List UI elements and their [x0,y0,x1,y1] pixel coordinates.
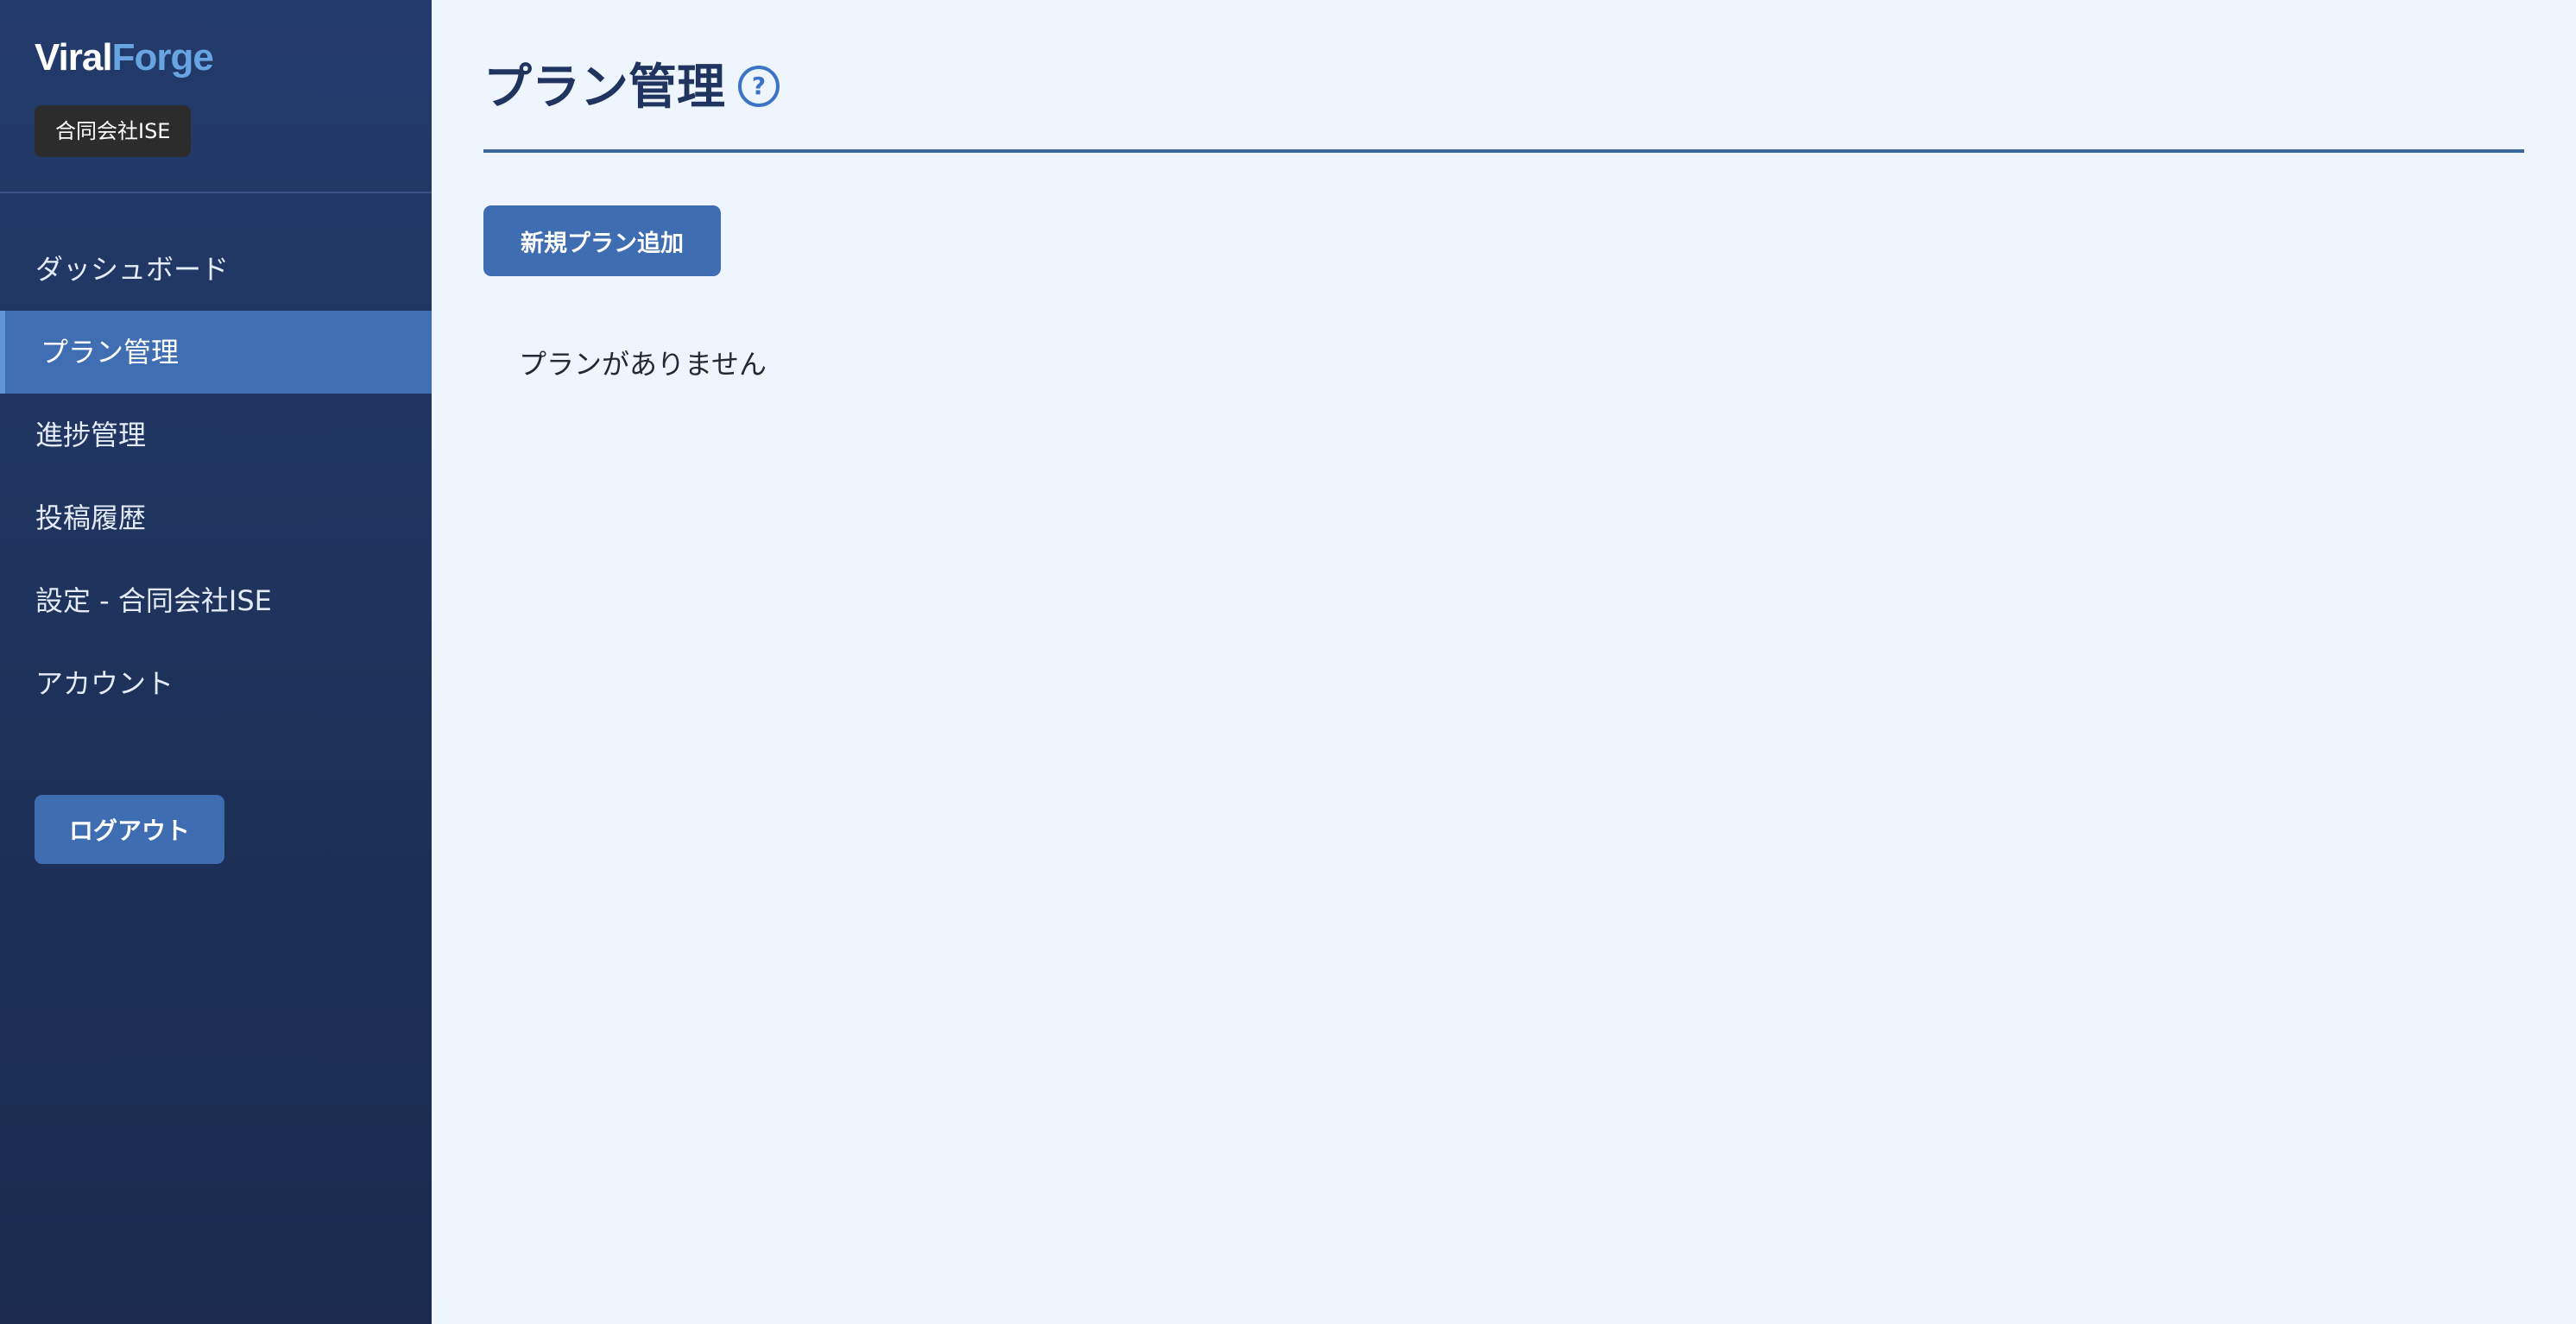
logout-button[interactable]: ログアウト [35,795,224,864]
brand-name-part1: Viral [35,36,113,79]
empty-state-message: プランがありません [519,348,767,381]
sidebar-item-plan-management[interactable]: プラン管理 [0,311,432,394]
brand-name-part2: Forge [111,36,214,79]
sidebar: ViralForge 合同会社ISE ダッシュボード プラン管理 進捗管理 投稿… [0,0,432,1324]
help-icon[interactable]: ? [738,66,780,107]
title-divider [483,149,2524,153]
app-root: ViralForge 合同会社ISE ダッシュボード プラン管理 進捗管理 投稿… [0,0,2576,1324]
brand-logo[interactable]: ViralForge [35,35,214,81]
sidebar-divider [0,192,432,193]
sidebar-item-progress-management[interactable]: 進捗管理 [0,394,432,476]
page-title: プラン管理 [483,60,725,116]
company-badge: 合同会社ISE [35,105,192,157]
sidebar-item-dashboard[interactable]: ダッシュボード [0,228,432,311]
sidebar-item-account[interactable]: アカウント [0,642,432,725]
sidebar-item-post-history[interactable]: 投稿履歴 [0,476,432,559]
sidebar-item-settings[interactable]: 設定 - 合同会社ISE [0,559,432,642]
add-plan-button[interactable]: 新規プラン追加 [483,205,721,276]
